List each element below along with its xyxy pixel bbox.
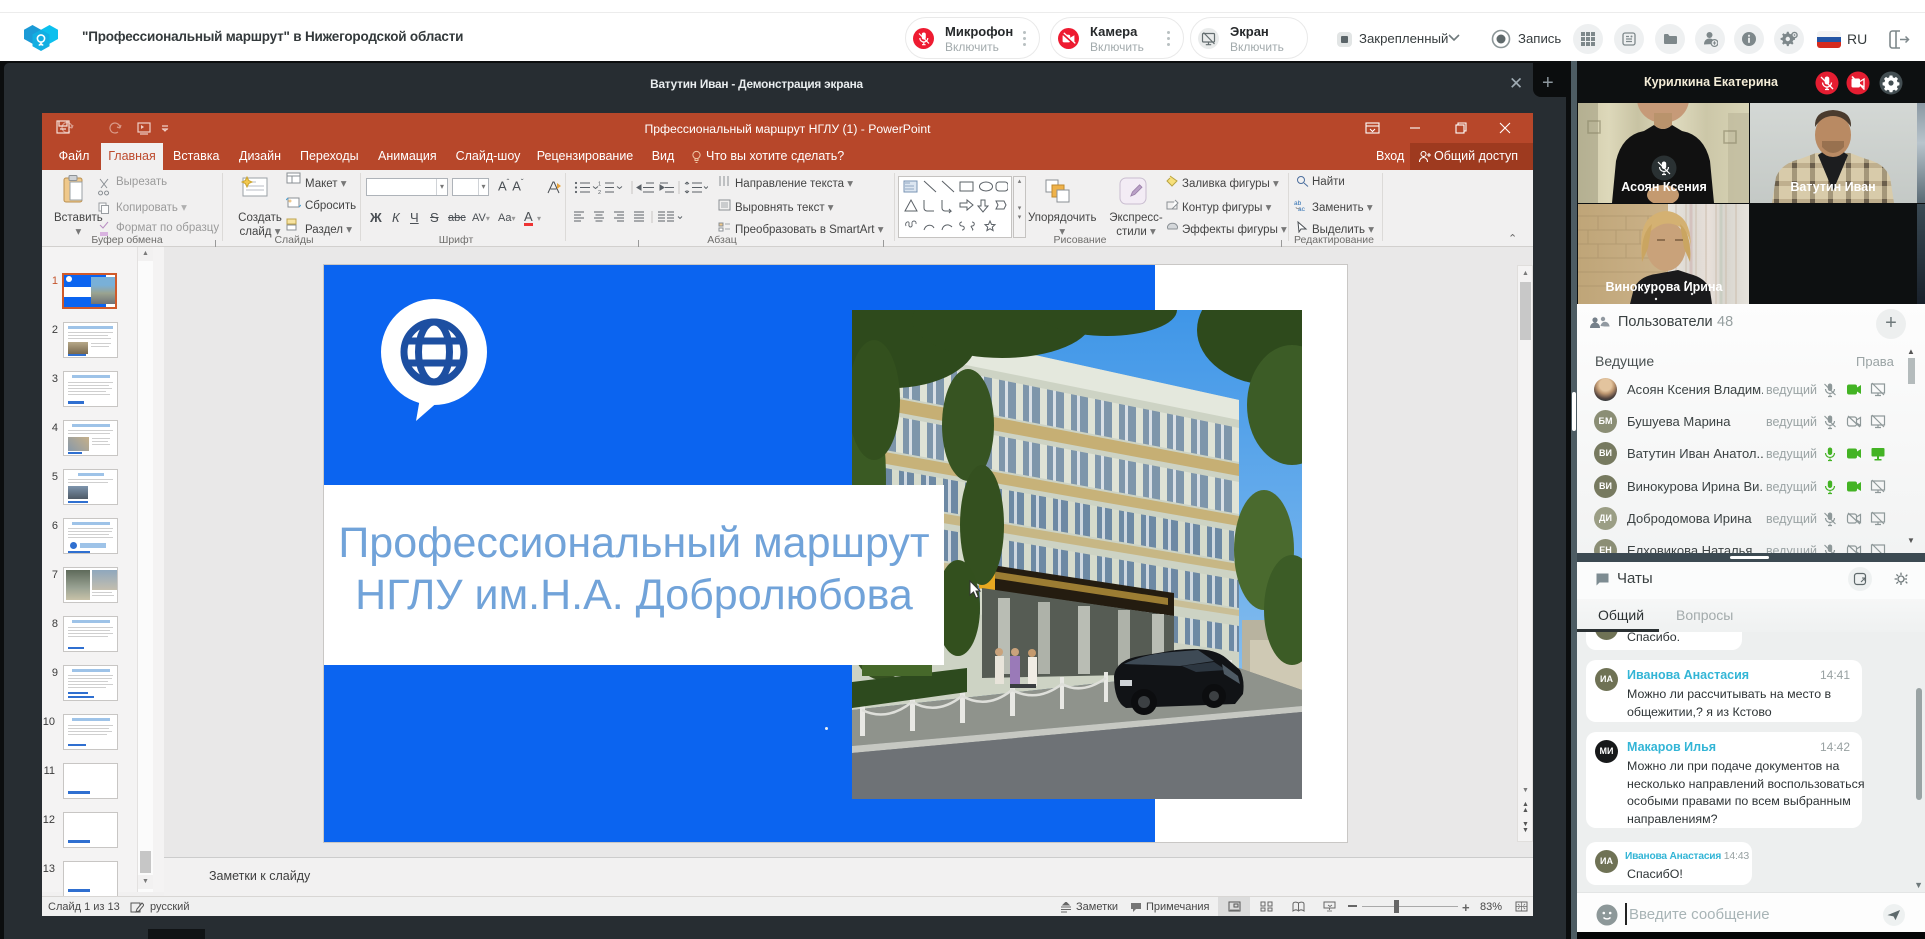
svg-text:ac: ac (1298, 206, 1306, 212)
svg-text:1: 1 (598, 182, 601, 188)
svg-text:2: 2 (598, 190, 601, 195)
svg-text:Винокурова Ирина: Винокурова Ирина (1606, 280, 1724, 294)
svg-text:Ватутин Иван: Ватутин Иван (1790, 180, 1875, 194)
svg-text:Асоян Ксения: Асоян Ксения (1621, 180, 1707, 194)
